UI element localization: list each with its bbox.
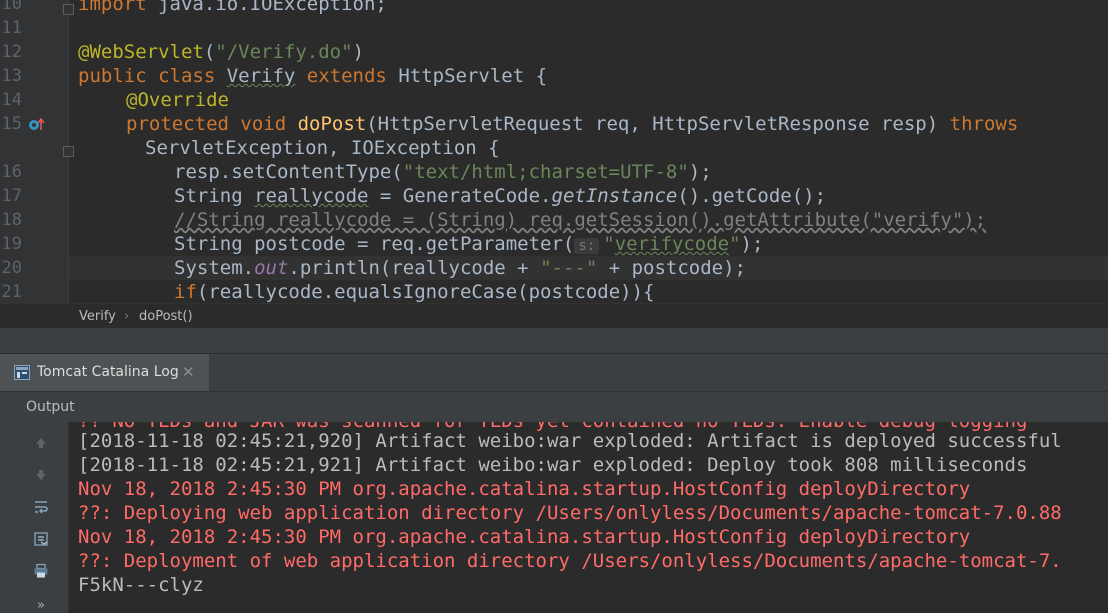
line-number: 16 [1, 162, 22, 182]
parameter-hint: s: [574, 238, 600, 254]
code-line-10: import java.io.IOException; [78, 0, 387, 15]
scroll-to-end-icon[interactable] [30, 528, 52, 550]
tab-label: Tomcat Catalina Log [37, 364, 179, 380]
line-number: 15 [1, 114, 22, 134]
code-line-18: //String reallycode = (String) req.getSe… [174, 209, 987, 231]
console-output[interactable]: » ?? No TLDs and JAR was scanned for TLD… [0, 422, 1108, 613]
code-line-13: public class Verify extends HttpServlet … [78, 65, 548, 87]
code-line-14: @Override [126, 89, 229, 111]
log-line: [2018-11-18 02:45:21,921] Artifact weibo… [78, 454, 1028, 476]
scroll-down-icon[interactable] [30, 464, 52, 486]
fold-marker-icon[interactable] [63, 146, 74, 157]
code-line-17: String reallycode = GenerateCode.getInst… [174, 185, 827, 207]
log-line: F5kN---clyz [78, 574, 204, 596]
code-line-15-wrap: ServletException, IOException { [145, 137, 500, 159]
line-number: 13 [1, 66, 22, 86]
panel-divider[interactable] [0, 328, 1108, 353]
line-number: 21 [1, 282, 22, 302]
output-label[interactable]: Output [26, 399, 75, 415]
tool-window-tabbar: Tomcat Catalina Log ✕ [0, 353, 1108, 392]
log-line: Nov 18, 2018 2:45:30 PM org.apache.catal… [78, 478, 971, 500]
close-tab-icon[interactable]: ✕ [182, 363, 195, 381]
scroll-up-icon[interactable] [30, 432, 52, 454]
line-number: 17 [1, 186, 22, 206]
code-line-20: System.out.println(reallycode + "---" + … [174, 257, 746, 279]
line-number: 10 [1, 0, 22, 14]
line-number: 11 [1, 18, 22, 38]
log-line: [2018-11-18 02:45:21,920] Artifact weibo… [78, 430, 1062, 452]
line-number: 19 [1, 234, 22, 254]
code-line-12: @WebServlet("/Verify.do") [78, 41, 365, 63]
log-line: ??: Deployment of web application direct… [78, 550, 1062, 572]
line-number: 12 [1, 42, 22, 62]
log-line: ??: Deploying web application directory … [78, 502, 1062, 524]
breadcrumb-separator: › [124, 309, 130, 324]
breadcrumb: Verify › doPost() [0, 303, 1108, 329]
print-icon[interactable] [30, 560, 52, 582]
line-number: 20 [1, 258, 22, 278]
breadcrumb-method[interactable]: doPost() [139, 309, 193, 324]
code-line-15: protected void doPost(HttpServletRequest… [126, 113, 1019, 135]
code-line-19: String postcode = req.getParameter(s: "ve… [174, 233, 764, 255]
code-line-21: if(reallycode.equalsIgnoreCase(postcode)… [174, 281, 655, 303]
code-line-16: resp.setContentType("text/html;charset=U… [174, 161, 712, 183]
tomcat-log-icon [14, 365, 30, 380]
line-number: 18 [1, 210, 22, 230]
breadcrumb-class[interactable]: Verify [79, 309, 116, 324]
output-header: Output [0, 391, 1108, 423]
console-toolbar: » [0, 422, 69, 613]
soft-wrap-icon[interactable] [30, 496, 52, 518]
code-editor[interactable]: 10 11 12 13 14 15 16 17 18 19 20 21 impo… [0, 0, 1108, 303]
fold-marker-icon[interactable] [63, 4, 74, 15]
tab-tomcat-catalina-log[interactable]: Tomcat Catalina Log ✕ [0, 354, 209, 392]
override-method-icon[interactable] [28, 117, 45, 130]
log-line: Nov 18, 2018 2:45:30 PM org.apache.catal… [78, 526, 971, 548]
more-actions-icon[interactable]: » [30, 594, 52, 613]
line-number: 14 [1, 90, 22, 110]
